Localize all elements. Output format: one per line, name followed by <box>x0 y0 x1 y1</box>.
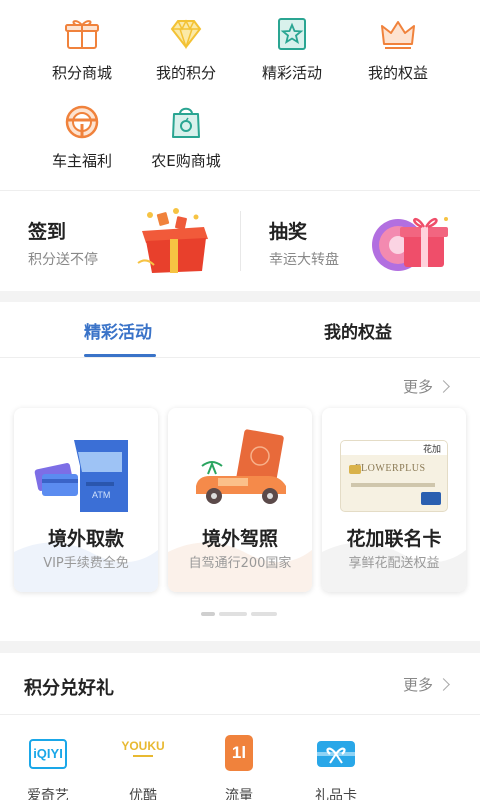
more-label: 更多 <box>403 378 434 396</box>
data-traffic-icon: 1l <box>225 735 253 771</box>
chip-icon <box>349 465 361 474</box>
partner-label: 流量 <box>225 788 253 800</box>
card-title: 境外取款 <box>47 528 124 550</box>
grid-item-nong-e-mall[interactable]: 农E购商城 <box>126 102 246 170</box>
unionpay-logo-icon <box>421 492 441 505</box>
youku-logo-underline <box>133 755 153 757</box>
car-passport-icon <box>196 429 286 504</box>
signin-title: 签到 <box>28 221 67 243</box>
divider <box>0 714 480 715</box>
card-logo-text: FLOWERPLUS <box>355 463 426 474</box>
activities-more-link[interactable]: 更多 <box>403 376 450 397</box>
prize-wheel-icon <box>372 217 448 271</box>
tab-my-rights[interactable]: 我的权益 <box>324 318 392 343</box>
points-section-title: 积分兑好礼 <box>24 678 114 699</box>
feature-grid: 积分商城 我的积分 精彩活动 我的权益 车主福利 农E购商城 <box>0 0 480 190</box>
crown-icon <box>381 21 415 49</box>
card-flowerplus[interactable]: 花加 FLOWERPLUS 花加联名卡 享鲜花配送权益 <box>322 408 466 592</box>
pager-dot <box>219 612 247 616</box>
promo-row: 签到 积分送不停 抽奖 幸运大转盘 <box>0 191 480 291</box>
credit-card-image: 花加 FLOWERPLUS <box>340 440 448 512</box>
divider <box>0 357 480 358</box>
grid-item-points-mall[interactable]: 积分商城 <box>22 14 142 82</box>
gift-card-icon <box>317 741 355 767</box>
grid-item-my-points[interactable]: 我的积分 <box>126 14 246 82</box>
grid-item-my-rights[interactable]: 我的权益 <box>338 14 458 82</box>
iqiyi-logo-icon: iQIYI <box>29 739 67 769</box>
pager-dot-active <box>201 612 215 616</box>
partner-label: 礼品卡 <box>315 788 357 800</box>
youku-logo-icon: YOUKU <box>121 739 165 753</box>
tab-bar: 精彩活动 我的权益 <box>0 302 480 358</box>
lottery-card[interactable]: 抽奖 幸运大转盘 <box>240 191 480 291</box>
card-title: 花加联名卡 <box>346 528 442 550</box>
gift-box-icon <box>137 208 208 273</box>
steering-wheel-icon <box>65 105 99 139</box>
card-subtitle: VIP手续费全免 <box>43 556 129 571</box>
card-brand-text: 花加 <box>422 445 441 455</box>
shopping-bag-icon <box>172 107 200 138</box>
card-title: 境外驾照 <box>201 528 278 550</box>
section-gap <box>0 641 480 653</box>
card-number-line <box>351 483 435 487</box>
points-more-link[interactable]: 更多 <box>403 674 450 695</box>
partner-label: 优酷 <box>129 788 157 800</box>
atm-icon: ATM <box>34 440 128 512</box>
pager-dot <box>251 612 277 616</box>
grid-label: 我的权益 <box>367 64 428 82</box>
grid-item-car-owner[interactable]: 车主福利 <box>22 102 142 170</box>
chevron-right-icon <box>437 380 450 393</box>
card-subtitle: 自驾通行200国家 <box>188 556 292 571</box>
card-subtitle: 享鲜花配送权益 <box>348 556 440 571</box>
gift-icon <box>65 20 99 49</box>
tab-activities[interactable]: 精彩活动 <box>84 318 152 343</box>
star-badge-icon <box>278 18 306 50</box>
lottery-subtitle: 幸运大转盘 <box>269 252 339 268</box>
card-overseas-withdrawal[interactable]: ATM 境外取款 VIP手续费全免 <box>14 408 158 592</box>
card-overseas-license[interactable]: 境外驾照 自驾通行200国家 <box>168 408 312 592</box>
section-gap <box>0 291 480 302</box>
chevron-right-icon <box>437 678 450 691</box>
grid-label: 精彩活动 <box>261 64 322 82</box>
more-label: 更多 <box>403 676 434 694</box>
grid-label: 车主福利 <box>51 152 112 170</box>
grid-item-activities[interactable]: 精彩活动 <box>232 14 352 82</box>
signin-subtitle: 积分送不停 <box>28 252 98 268</box>
grid-label: 积分商城 <box>51 64 112 82</box>
lottery-title: 抽奖 <box>269 221 308 243</box>
signin-card[interactable]: 签到 积分送不停 <box>0 191 240 291</box>
grid-label: 农E购商城 <box>151 152 221 170</box>
diamond-icon <box>170 19 202 50</box>
partner-label: 爱奇艺 <box>27 788 69 800</box>
grid-label: 我的积分 <box>155 64 216 82</box>
svg-text:ATM: ATM <box>92 490 110 500</box>
